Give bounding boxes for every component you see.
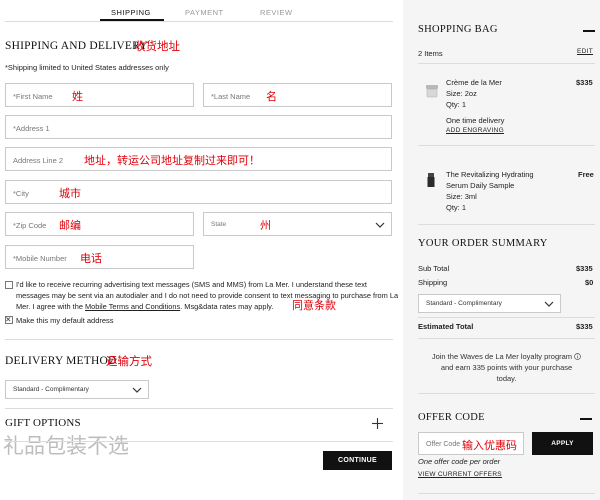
item1-delivery: One time delivery bbox=[446, 116, 505, 125]
bag-bottom-divider bbox=[418, 224, 595, 225]
total-divider bbox=[418, 317, 595, 318]
mobile-terms-link[interactable]: Mobile Terms and Conditions bbox=[85, 302, 180, 311]
default-address-checkbox[interactable] bbox=[5, 316, 13, 324]
tab-review[interactable]: REVIEW bbox=[260, 8, 293, 17]
tabs-divider bbox=[5, 21, 393, 22]
last-name-placeholder: *Last Name bbox=[211, 92, 251, 101]
sidebar-bottom-divider bbox=[418, 493, 595, 494]
subtotal-label: Sub Total bbox=[418, 264, 450, 273]
last-name-field[interactable]: *Last Name 名 bbox=[203, 83, 392, 107]
total-value: $335 bbox=[576, 322, 593, 331]
loyalty-divider bbox=[418, 338, 595, 339]
creme-jar-icon bbox=[426, 85, 438, 98]
sms-consent-text: I'd like to receive recurring advertisin… bbox=[16, 280, 399, 311]
shipping-limited-note: *Shipping limited to United States addre… bbox=[5, 63, 169, 72]
state-placeholder: State bbox=[211, 221, 227, 228]
collapse-icon[interactable] bbox=[583, 30, 595, 32]
collapse-icon[interactable] bbox=[580, 418, 592, 420]
section-divider-2 bbox=[5, 408, 393, 409]
tab-shipping[interactable]: SHIPPING bbox=[111, 8, 151, 17]
first-name-placeholder: *First Name bbox=[13, 92, 53, 101]
offer-code-input[interactable]: Offer Code 输入优惠码 bbox=[418, 432, 524, 455]
shipping-label: Shipping bbox=[418, 278, 448, 287]
section-divider-1 bbox=[5, 339, 393, 340]
bag-divider bbox=[418, 63, 595, 64]
delivery-title: DELIVERY METHOD bbox=[5, 355, 117, 367]
delivery-method-value: Standard - Complimentary bbox=[13, 386, 89, 393]
item2-qty: Qty: 1 bbox=[446, 203, 467, 212]
state-note: 州 bbox=[260, 219, 271, 232]
shipping-title-note: 收货地址 bbox=[134, 39, 180, 53]
serum-tube-icon bbox=[427, 173, 435, 187]
mobile-note: 电话 bbox=[80, 252, 102, 265]
plus-icon[interactable] bbox=[372, 418, 383, 429]
address2-placeholder: Address Line 2 bbox=[13, 156, 64, 165]
offer-code-title: OFFER CODE bbox=[418, 412, 485, 423]
address1-field[interactable]: *Address 1 bbox=[5, 115, 392, 139]
item2-size: Size: 3ml bbox=[446, 192, 477, 201]
address2-note: 地址，转运公司地址复制过来即可！ bbox=[84, 154, 260, 167]
item2-name-line2[interactable]: Serum Daily Sample bbox=[446, 181, 514, 190]
summary-shipping-value: Standard - Complimentary bbox=[426, 300, 502, 307]
chevron-down-icon bbox=[375, 222, 385, 228]
apply-button[interactable]: APPLY bbox=[532, 432, 593, 455]
city-field[interactable]: *City 城市 bbox=[5, 180, 392, 204]
item1-price: $335 bbox=[576, 78, 593, 87]
total-label: Estimated Total bbox=[418, 322, 474, 331]
offer-code-placeholder: Offer Code bbox=[426, 441, 461, 448]
edit-bag-link[interactable]: EDIT bbox=[577, 48, 593, 55]
tab-payment[interactable]: PAYMENT bbox=[185, 8, 224, 17]
section-divider-3 bbox=[5, 441, 393, 442]
item2-name-line1[interactable]: The Revitalizing Hydrating bbox=[446, 170, 534, 179]
last-name-note: 名 bbox=[266, 90, 277, 103]
delivery-title-note: 运输方式 bbox=[106, 354, 152, 368]
loyalty-message: Join the Waves de La Mer loyalty program… bbox=[418, 351, 595, 384]
first-name-field[interactable]: *First Name 姓 bbox=[5, 83, 194, 107]
one-offer-note: One offer code per order bbox=[418, 457, 501, 466]
zip-field[interactable]: *Zip Code 邮编 bbox=[5, 212, 194, 236]
chevron-down-icon bbox=[132, 387, 142, 393]
sms-consent-checkbox[interactable] bbox=[5, 281, 13, 289]
shipping-value: $0 bbox=[585, 278, 594, 287]
shopping-bag-title: SHOPPING BAG bbox=[418, 24, 498, 35]
item2-price: Free bbox=[578, 170, 594, 179]
address1-placeholder: *Address 1 bbox=[13, 124, 50, 133]
zip-note: 邮编 bbox=[59, 219, 81, 232]
state-select[interactable]: State 州 bbox=[203, 212, 392, 236]
item-divider bbox=[418, 145, 595, 146]
mobile-field[interactable]: *Mobile Number 电话 bbox=[5, 245, 194, 269]
delivery-method-select[interactable]: Standard - Complimentary bbox=[5, 380, 149, 399]
order-summary-title: YOUR ORDER SUMMARY bbox=[418, 238, 548, 249]
first-name-note: 姓 bbox=[72, 90, 83, 103]
default-address-label: Make this my default address bbox=[16, 316, 114, 325]
add-engraving-link[interactable]: ADD ENGRAVING bbox=[446, 127, 504, 134]
offer-divider bbox=[418, 393, 595, 394]
city-placeholder: *City bbox=[13, 189, 29, 198]
gift-options-note: 礼品包装不选 bbox=[3, 434, 129, 458]
subtotal-value: $335 bbox=[576, 264, 593, 273]
bag-item-count: 2 Items bbox=[418, 49, 443, 58]
summary-shipping-select[interactable]: Standard - Complimentary bbox=[418, 294, 561, 313]
order-sidebar: SHOPPING BAG 2 Items EDIT Crème de la Me… bbox=[403, 0, 600, 500]
gift-options-title[interactable]: GIFT OPTIONS bbox=[5, 417, 81, 429]
address2-field[interactable]: Address Line 2 地址，转运公司地址复制过来即可！ bbox=[5, 147, 392, 171]
item1-qty: Qty: 1 bbox=[446, 100, 467, 109]
zip-placeholder: *Zip Code bbox=[13, 221, 47, 230]
continue-button[interactable]: CONTINUE bbox=[323, 451, 392, 470]
offer-code-note: 输入优惠码 bbox=[462, 439, 517, 452]
item1-name[interactable]: Crème de la Mer bbox=[446, 78, 502, 87]
check-icon bbox=[6, 317, 11, 322]
item1-size: Size: 2oz bbox=[446, 89, 477, 98]
city-note: 城市 bbox=[59, 187, 81, 200]
mobile-placeholder: *Mobile Number bbox=[13, 254, 67, 263]
info-icon[interactable] bbox=[574, 353, 581, 360]
chevron-down-icon bbox=[544, 301, 554, 307]
sms-consent-note: 同意条款 bbox=[292, 299, 336, 312]
view-offers-link[interactable]: VIEW CURRENT OFFERS bbox=[418, 471, 502, 478]
shipping-title: SHIPPING AND DELIVERY bbox=[5, 40, 148, 52]
